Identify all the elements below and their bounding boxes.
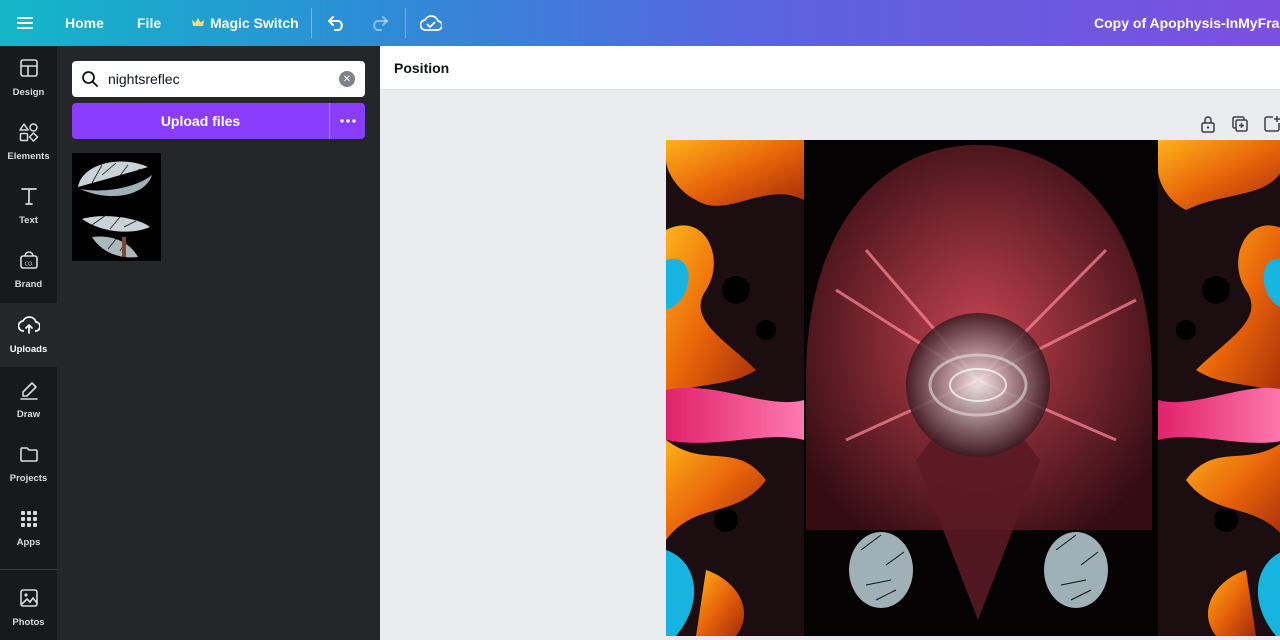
rail-label: Elements (7, 151, 50, 162)
rail-item-apps[interactable]: Apps (0, 497, 57, 561)
artwork-image (666, 140, 1280, 636)
text-icon (19, 186, 39, 211)
rail-item-design[interactable]: Design (0, 46, 57, 110)
rail-label: Apps (16, 537, 41, 548)
uploaded-image-thumbnail[interactable] (72, 153, 161, 261)
rail-label: Text (19, 215, 38, 226)
search-icon (72, 61, 108, 97)
rail-label: Draw (16, 409, 41, 420)
svg-text:CO.: CO. (24, 262, 33, 268)
home-button[interactable]: Home (65, 0, 104, 46)
uploads-panel: ✕ Upload files (57, 46, 380, 640)
duplicate-page-icon[interactable] (1230, 114, 1250, 134)
rail-label: Photos (12, 617, 45, 628)
magic-switch-label: Magic Switch (210, 15, 299, 31)
undo-icon[interactable] (323, 0, 351, 46)
magic-switch-button[interactable]: Magic Switch (192, 0, 299, 46)
upload-files-button-group: Upload files (72, 103, 365, 139)
cloud-saved-icon[interactable] (417, 0, 445, 46)
add-page-icon[interactable] (1262, 114, 1280, 134)
rail-item-text[interactable]: Text (0, 174, 57, 238)
rail-item-photos[interactable]: Photos (0, 576, 57, 640)
clear-search-icon[interactable]: ✕ (339, 71, 355, 87)
divider (405, 8, 406, 38)
photo-icon (19, 588, 39, 613)
top-bar: Home File Magic Switch Copy of Apophysis… (0, 0, 1280, 46)
rail-label: Projects (9, 473, 48, 484)
divider (0, 569, 57, 570)
rail-label: Uploads (9, 344, 48, 355)
apps-grid-icon (20, 510, 38, 533)
rail-item-uploads[interactable]: Uploads (0, 303, 57, 367)
rail-item-projects[interactable]: Projects (0, 432, 57, 496)
document-title[interactable]: Copy of Apophysis-InMyFractal (1094, 0, 1280, 46)
rail-item-draw[interactable]: Draw (0, 368, 57, 432)
context-toolbar: Position (380, 46, 1280, 90)
brand-icon: CO. (19, 250, 39, 275)
search-input[interactable] (108, 64, 328, 94)
position-button[interactable]: Position (394, 60, 449, 76)
rail-item-elements[interactable]: Elements (0, 110, 57, 174)
canvas-area (380, 90, 1280, 640)
left-rail: Design Elements Text CO. Brand Uploads D… (0, 46, 57, 640)
upload-files-button[interactable]: Upload files (72, 103, 329, 139)
cloud-upload-icon (17, 315, 41, 340)
layout-icon (19, 58, 39, 83)
more-options-icon[interactable] (329, 103, 365, 139)
lock-icon[interactable] (1198, 114, 1218, 134)
file-menu-button[interactable]: File (137, 0, 161, 46)
pen-icon (19, 380, 39, 405)
rail-label: Brand (14, 279, 43, 290)
divider (311, 8, 312, 38)
redo-icon[interactable] (365, 0, 393, 46)
folder-icon (19, 444, 39, 469)
rail-item-brand[interactable]: CO. Brand (0, 238, 57, 302)
design-artboard[interactable] (666, 140, 1280, 636)
rail-label: Design (12, 87, 45, 98)
crown-icon (192, 15, 204, 31)
shapes-icon (18, 122, 39, 147)
menu-icon[interactable] (0, 0, 50, 46)
search-box: ✕ (72, 61, 365, 97)
page-tools (1198, 114, 1280, 134)
